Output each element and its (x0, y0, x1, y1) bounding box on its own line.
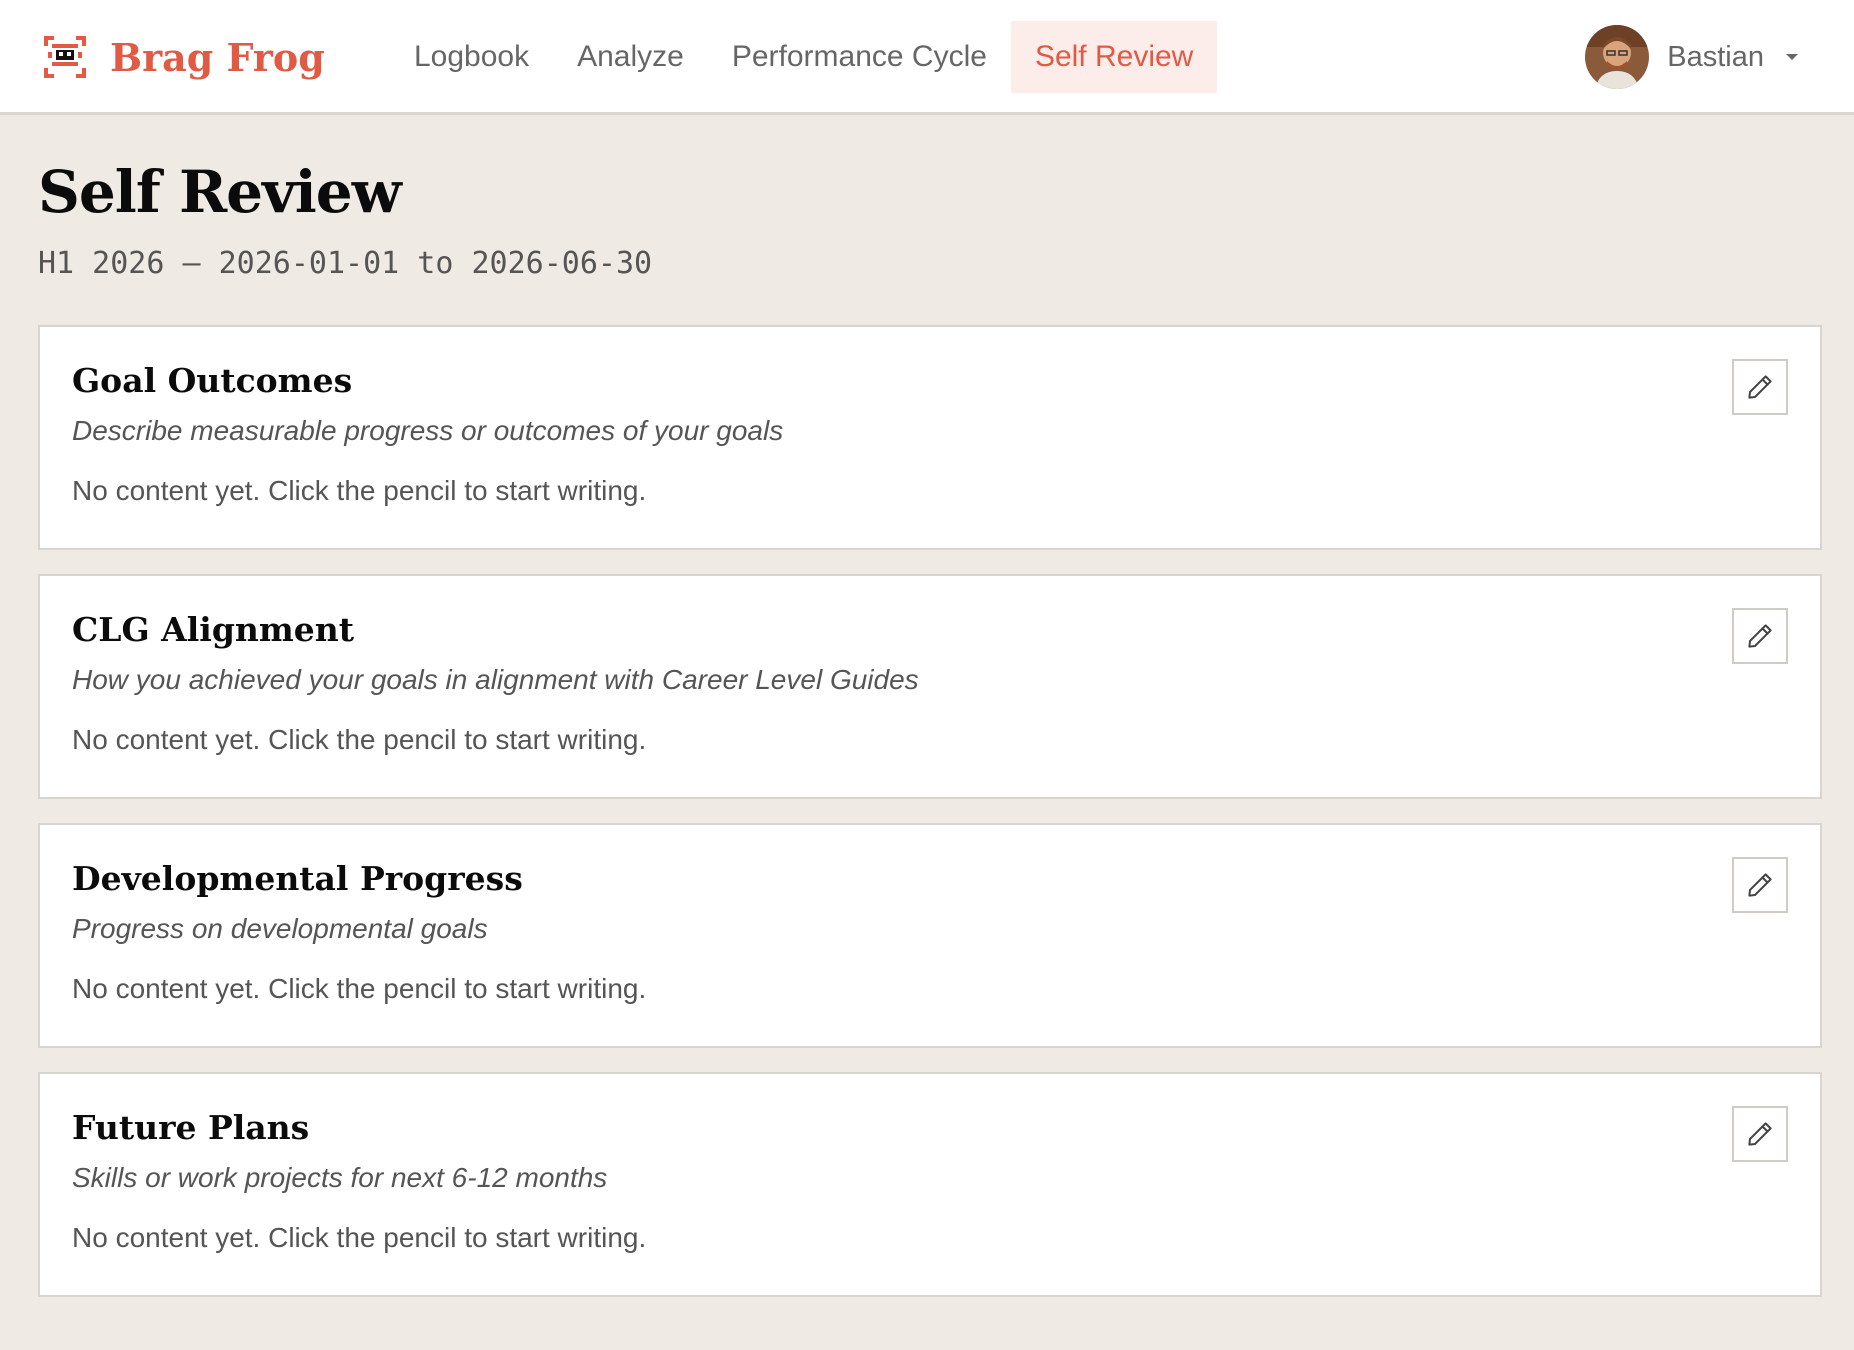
edit-clg-alignment-button[interactable] (1732, 608, 1788, 664)
user-name: Bastian (1667, 40, 1764, 73)
review-sections: Goal Outcomes Describe measurable progre… (38, 325, 1822, 1321)
section-empty-text: No content yet. Click the pencil to star… (72, 973, 647, 1004)
page-title: Self Review (38, 158, 402, 226)
section-future-plans: Future Plans Skills or work projects for… (38, 1072, 1822, 1297)
section-title: Developmental Progress (72, 859, 523, 898)
section-empty-text: No content yet. Click the pencil to star… (72, 1222, 647, 1253)
section-title: CLG Alignment (72, 610, 355, 649)
top-navigation-bar: Brag Frog Logbook Analyze Performance Cy… (0, 0, 1854, 115)
main-nav: Logbook Analyze Performance Cycle Self R… (390, 21, 1218, 93)
frog-logo-icon (44, 36, 86, 78)
section-description: How you achieved your goals in alignment… (72, 664, 919, 695)
caret-down-icon (1786, 54, 1798, 60)
section-clg-alignment: CLG Alignment How you achieved your goal… (38, 574, 1822, 799)
user-menu[interactable]: Bastian (1585, 24, 1798, 90)
pencil-icon (1748, 1122, 1772, 1146)
section-developmental-progress: Developmental Progress Progress on devel… (38, 823, 1822, 1048)
brand-name: Brag Frog (110, 34, 325, 80)
section-empty-text: No content yet. Click the pencil to star… (72, 475, 647, 506)
pencil-icon (1748, 624, 1772, 648)
edit-goal-outcomes-button[interactable] (1732, 359, 1788, 415)
edit-developmental-progress-button[interactable] (1732, 857, 1788, 913)
nav-item-analyze[interactable]: Analyze (553, 21, 708, 93)
review-period: H1 2026 — 2026-01-01 to 2026-06-30 (38, 246, 653, 281)
edit-future-plans-button[interactable] (1732, 1106, 1788, 1162)
pencil-icon (1748, 873, 1772, 897)
pencil-icon (1748, 375, 1772, 399)
section-description: Skills or work projects for next 6-12 mo… (72, 1162, 608, 1193)
section-description: Describe measurable progress or outcomes… (72, 415, 784, 446)
section-empty-text: No content yet. Click the pencil to star… (72, 724, 647, 755)
nav-item-performance-cycle[interactable]: Performance Cycle (708, 21, 1011, 93)
section-goal-outcomes: Goal Outcomes Describe measurable progre… (38, 325, 1822, 550)
user-avatar (1585, 25, 1650, 89)
nav-item-self-review[interactable]: Self Review (1010, 21, 1218, 93)
brand-logo-link[interactable]: Brag Frog (40, 30, 325, 84)
section-title: Future Plans (72, 1108, 310, 1147)
section-description: Progress on developmental goals (72, 913, 488, 944)
section-title: Goal Outcomes (72, 361, 353, 400)
nav-item-logbook[interactable]: Logbook (390, 21, 553, 93)
